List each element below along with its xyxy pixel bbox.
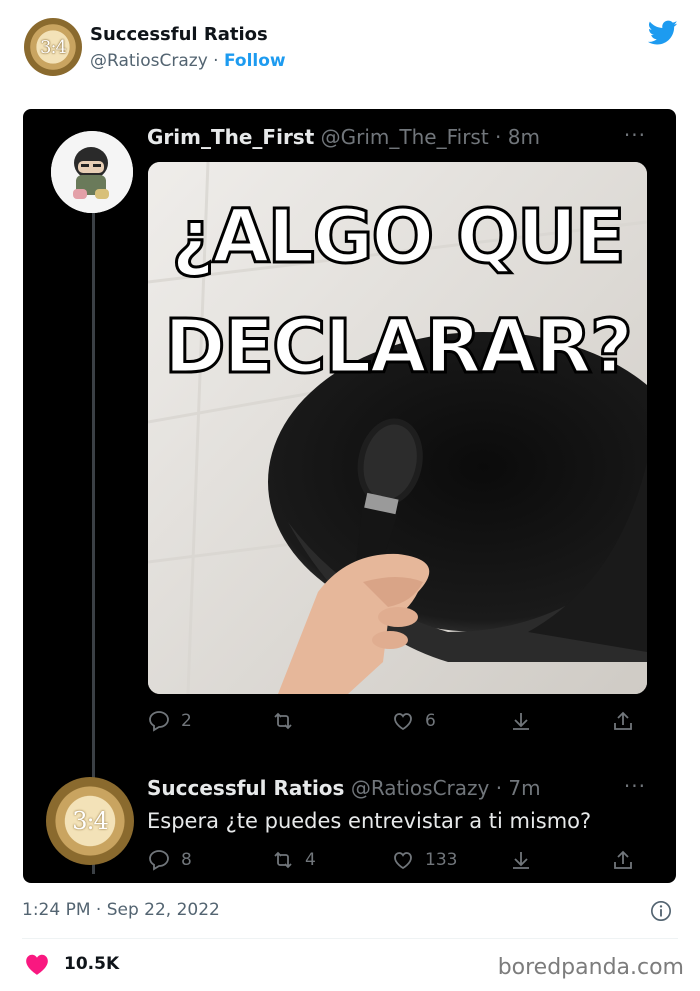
tweet1-more-button[interactable]: ··· xyxy=(624,123,646,147)
tweet1-share-action[interactable] xyxy=(611,709,635,733)
meme-image[interactable]: ¿ALGO QUE DECLARAR? xyxy=(148,162,647,694)
reply-icon xyxy=(149,711,169,732)
avatar-text: 3:4 xyxy=(72,807,109,835)
follow-button[interactable]: Follow xyxy=(224,51,286,71)
tweet1-like-action[interactable]: 6 xyxy=(391,709,436,733)
share-icon xyxy=(614,850,632,869)
tweet2-bookmark-action[interactable] xyxy=(509,848,533,872)
tweet2-display-name[interactable]: Successful Ratios xyxy=(147,776,344,800)
tweet1-bookmark-action[interactable] xyxy=(509,709,533,733)
download-icon xyxy=(513,713,529,730)
like-count: 10.5K xyxy=(64,954,120,974)
retweet-icon xyxy=(274,712,292,730)
meme-caption-line1: ¿ALGO QUE xyxy=(170,194,627,280)
tweet2-retweet-action[interactable]: 4 xyxy=(271,848,316,872)
account-handle-row: @RatiosCrazy · Follow xyxy=(90,51,286,71)
tweet2-handle[interactable]: @RatiosCrazy xyxy=(351,776,490,800)
tweet1-retweet-action[interactable] xyxy=(271,709,305,733)
tweet2-header: Successful Ratios @RatiosCrazy · 7m xyxy=(147,776,541,800)
heart-outline-icon xyxy=(394,713,412,731)
avatar-text: 3:4 xyxy=(40,36,67,58)
tweet1-reply-action[interactable]: 2 xyxy=(147,709,192,733)
twitter-bird-icon[interactable] xyxy=(648,20,678,46)
tweet2-like-count: 133 xyxy=(425,850,458,870)
separator: · xyxy=(207,51,224,71)
boredpanda-watermark: boredpanda.com xyxy=(497,955,684,980)
tweet1-header: Grim_The_First @Grim_The_First · 8m xyxy=(147,125,540,149)
tweet1-display-name[interactable]: Grim_The_First xyxy=(147,125,314,149)
tweet1-time[interactable]: · 8m xyxy=(495,125,540,149)
tweet-screenshot: Grim_The_First @Grim_The_First · 8m ··· xyxy=(23,109,676,883)
heart-outline-icon xyxy=(394,852,412,870)
like-summary[interactable]: 10.5K xyxy=(24,952,119,976)
tweet2-reply-action[interactable]: 8 xyxy=(147,848,192,872)
account-handle[interactable]: @RatiosCrazy xyxy=(90,51,208,71)
grim-avatar xyxy=(51,131,133,213)
tweet1-handle[interactable]: @Grim_The_First xyxy=(321,125,489,149)
tweet1-reply-count: 2 xyxy=(181,711,192,731)
tweet2-retweet-count: 4 xyxy=(305,850,316,870)
tweet1-like-count: 6 xyxy=(425,711,436,731)
ratios-avatar: 3:4 xyxy=(46,777,134,865)
tweet2-like-action[interactable]: 133 xyxy=(391,848,457,872)
tweet2-time[interactable]: · 7m xyxy=(496,776,541,800)
info-icon[interactable] xyxy=(650,900,672,922)
download-icon xyxy=(513,852,529,869)
meme-caption-line2: DECLARAR? xyxy=(163,304,635,390)
share-icon xyxy=(614,711,632,730)
doll-figure-icon xyxy=(51,131,133,213)
reply-icon xyxy=(149,850,169,871)
thread-connector xyxy=(92,209,95,874)
tweet2-text: Espera ¿te puedes entrevistar a ti mismo… xyxy=(147,809,592,833)
retweet-icon xyxy=(274,851,292,869)
tweet2-share-action[interactable] xyxy=(611,848,635,872)
tweet2-more-button[interactable]: ··· xyxy=(624,774,646,798)
embedded-tweet-card: 3:4 Successful Ratios @RatiosCrazy · Fol… xyxy=(0,0,700,991)
account-name[interactable]: Successful Ratios xyxy=(90,24,268,45)
tweet-timestamp[interactable]: 1:24 PM · Sep 22, 2022 xyxy=(22,900,220,920)
tweet2-reply-count: 8 xyxy=(181,850,192,870)
heart-filled-icon xyxy=(26,954,48,975)
divider xyxy=(22,938,678,939)
account-avatar[interactable]: 3:4 xyxy=(24,18,82,76)
